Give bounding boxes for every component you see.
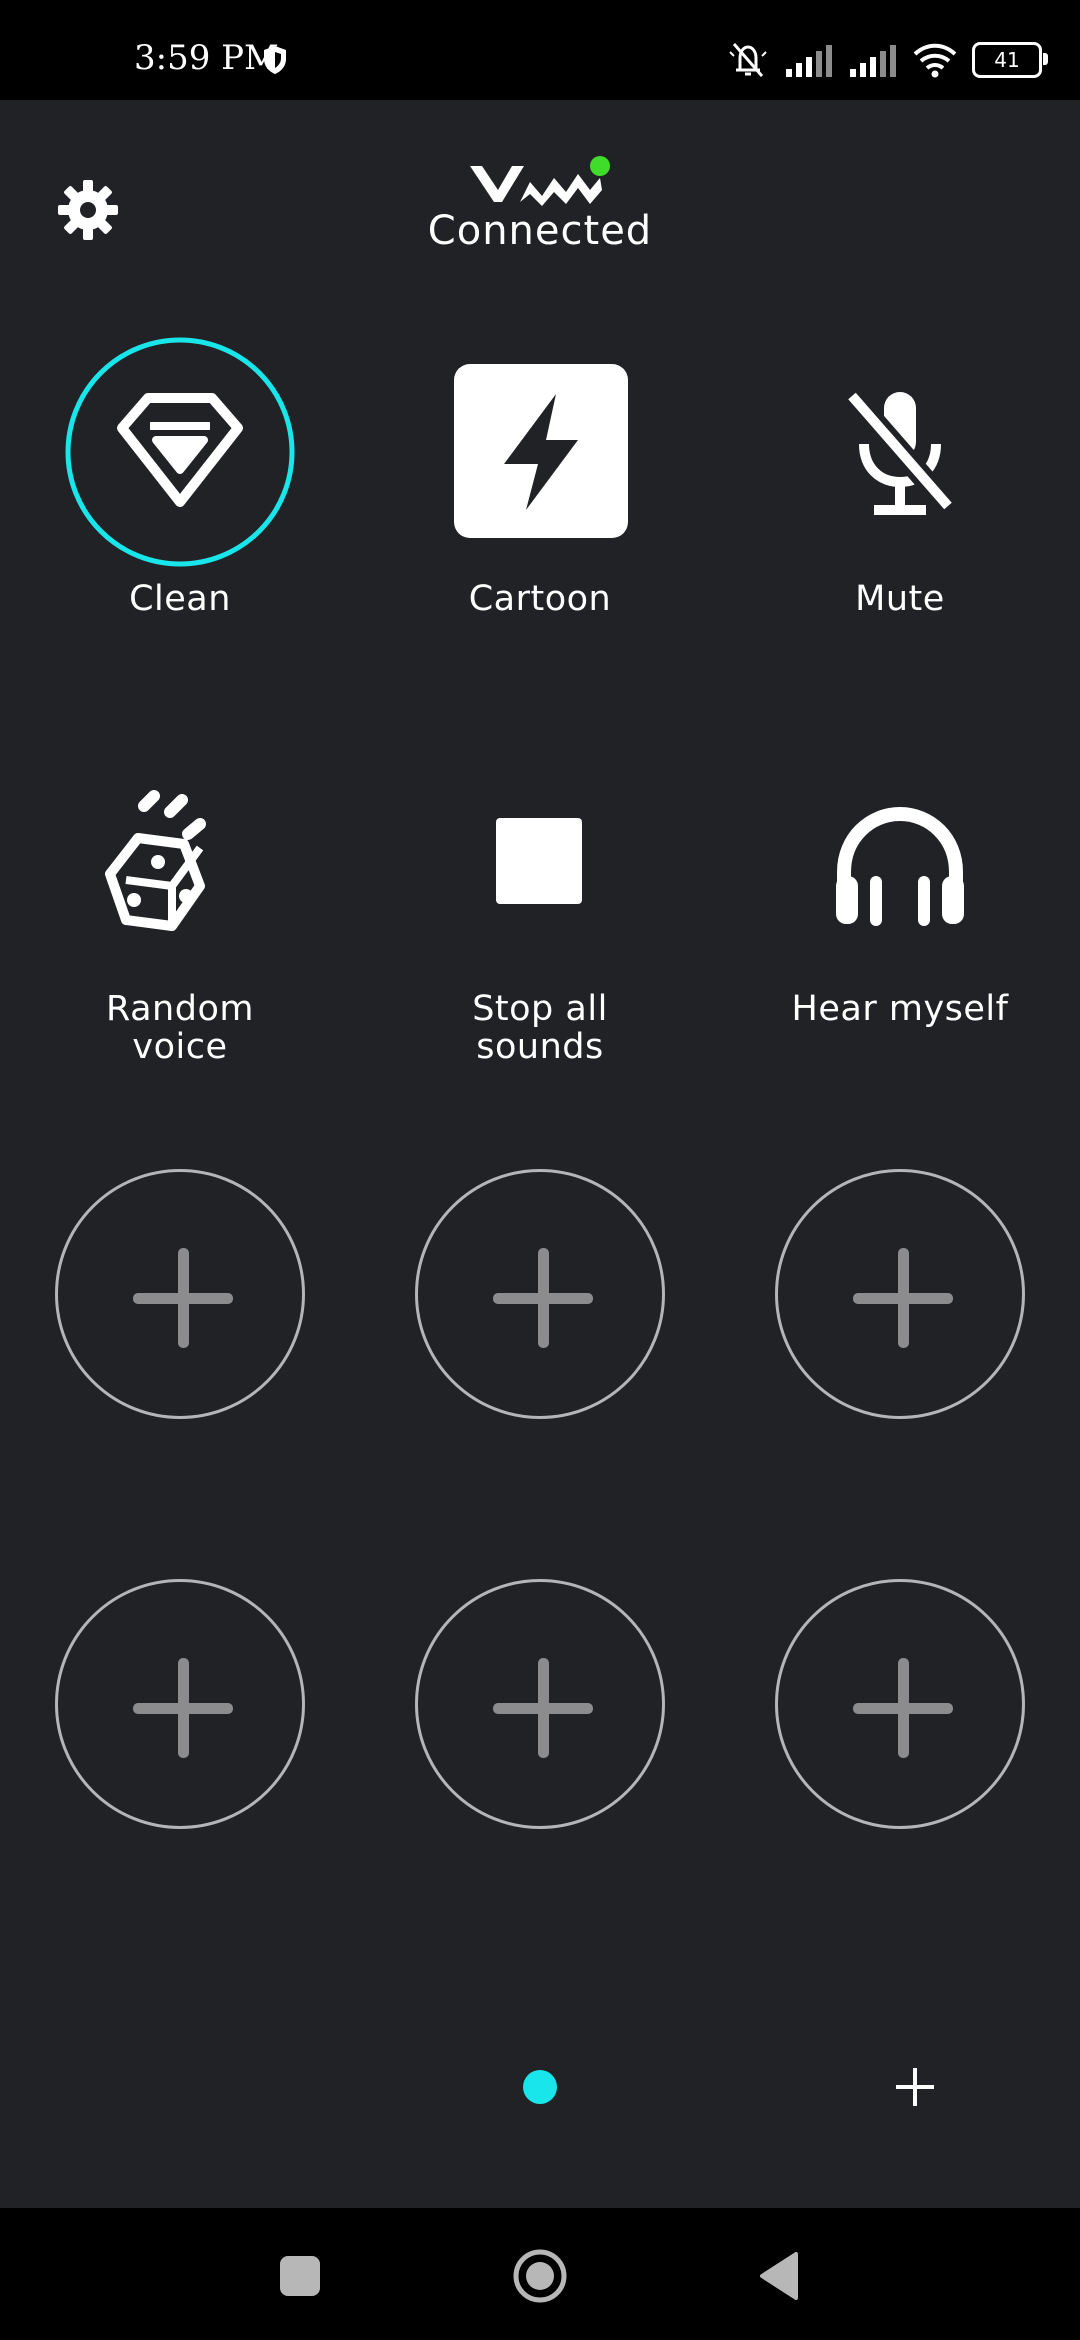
battery-icon: 41: [972, 42, 1048, 78]
back-icon[interactable]: [756, 2250, 802, 2302]
voice-clean-button[interactable]: Clean: [30, 330, 330, 630]
tile-label-line: Stop all: [472, 989, 608, 1029]
voice-cartoon-button[interactable]: Cartoon: [390, 330, 690, 630]
tile-label: Stop all sounds: [390, 990, 690, 1066]
shield-icon: [264, 46, 286, 74]
mute-button[interactable]: Mute: [750, 330, 1050, 630]
add-sound-button[interactable]: [775, 1579, 1025, 1829]
tile-label-line: sounds: [476, 1027, 604, 1067]
bell-muted-icon: [729, 43, 767, 77]
stop-icon: [496, 818, 582, 904]
mic-off-icon: [843, 388, 957, 515]
tile-label-line: voice: [132, 1027, 228, 1067]
tile-label: Mute: [855, 579, 945, 619]
add-sound-button[interactable]: [55, 1169, 305, 1419]
recents-icon[interactable]: [280, 2256, 320, 2296]
tile-label: Cartoon: [468, 579, 612, 619]
plus-icon[interactable]: [892, 2064, 938, 2110]
add-sound-button[interactable]: [415, 1169, 665, 1419]
signal-icon: [850, 45, 896, 77]
connection-indicator: [590, 156, 610, 176]
status-icons: 41: [726, 40, 1048, 80]
tile-label: Random voice: [30, 990, 330, 1066]
tile-label: Hear myself: [791, 989, 1009, 1029]
add-sound-button[interactable]: [775, 1169, 1025, 1419]
status-bar: 3:59 PM 41: [0, 0, 1080, 100]
tile-label: Clean: [129, 579, 231, 619]
lightning-icon: [454, 364, 628, 538]
dice-icon: [105, 790, 206, 931]
gear-icon[interactable]: [56, 178, 120, 242]
hear-myself-button[interactable]: Hear myself: [750, 780, 1050, 1080]
status-time: 3:59 PM: [134, 38, 279, 78]
page-indicator-active[interactable]: [523, 2070, 557, 2104]
tile-label-line: Random: [106, 989, 254, 1029]
diamond-icon: [65, 337, 295, 567]
stop-all-sounds-button[interactable]: Stop all sounds: [390, 780, 690, 1080]
add-sound-button[interactable]: [415, 1579, 665, 1829]
add-sound-button[interactable]: [55, 1579, 305, 1829]
headphones-icon: [836, 806, 964, 926]
home-icon[interactable]: [512, 2248, 568, 2304]
wifi-icon: [913, 43, 957, 78]
battery-level: 41: [994, 48, 1020, 72]
random-voice-button[interactable]: Random voice: [30, 780, 330, 1080]
signal-icon: [786, 45, 832, 77]
connection-status: Connected: [427, 208, 653, 254]
